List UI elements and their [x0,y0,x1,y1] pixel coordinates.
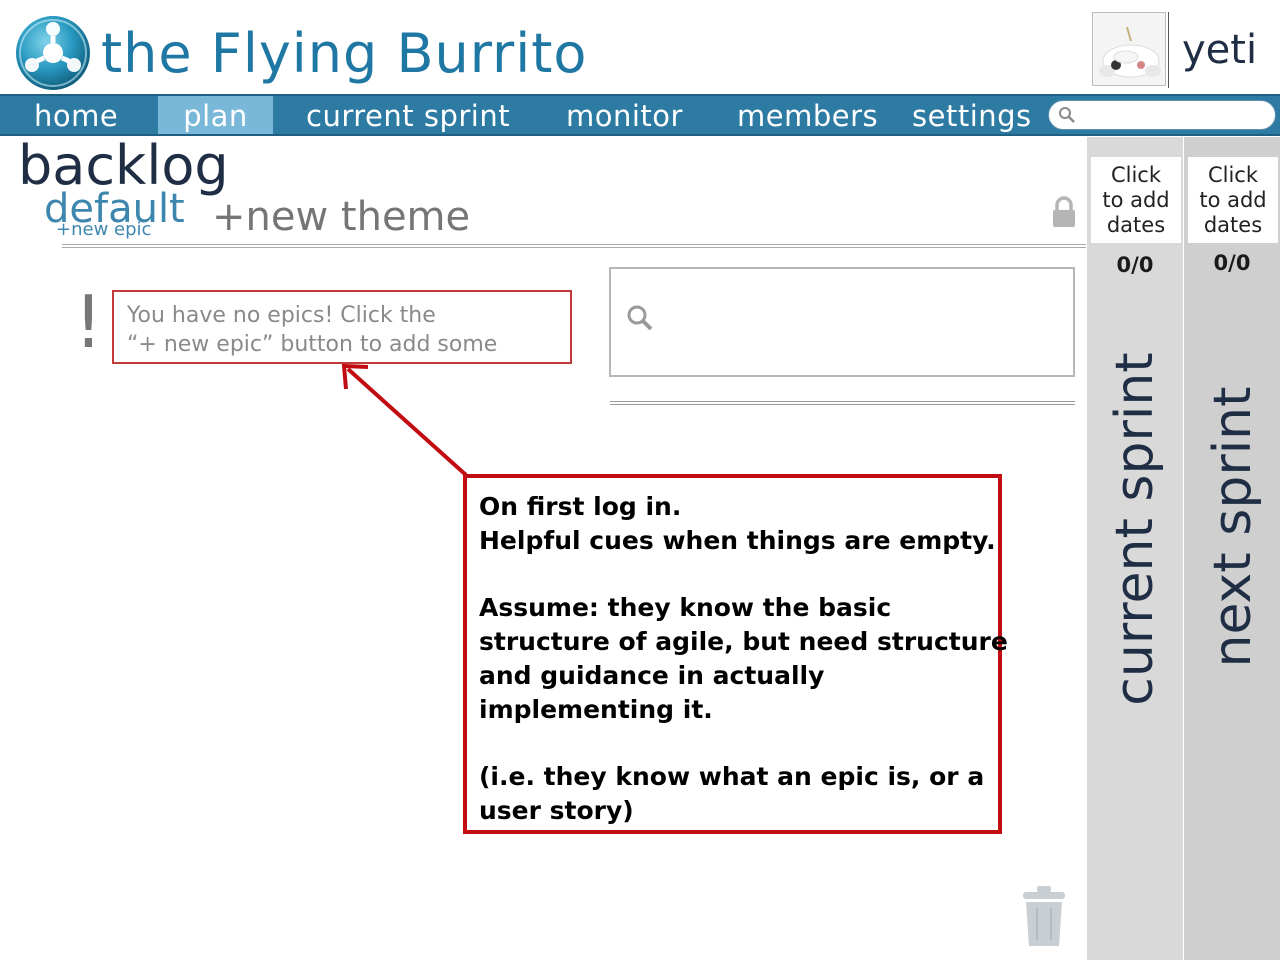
next-sprint-label: next sprint [1203,386,1263,668]
annotation-note: On first log in. Helpful cues when thing… [463,474,1008,834]
annotation-line: Helpful cues when things are empty. [479,526,996,555]
nav-members[interactable]: members [737,96,878,134]
current-sprint-column[interactable]: Click to add dates 0/0 current sprint [1087,137,1183,960]
next-sprint-points: 0/0 [1213,251,1251,275]
search-divider [610,401,1075,405]
backlog-search-input[interactable] [609,267,1075,377]
annotation-line: On first log in. [479,492,682,521]
username[interactable]: yeti [1182,24,1257,76]
search-icon [1059,107,1075,123]
search-icon [627,305,653,331]
annotation-line: structure of agile, but need structure [479,627,1008,656]
app-logo-icon[interactable] [15,15,91,91]
annotation-line: user story) [479,796,634,825]
new-theme-button[interactable]: +new theme [212,193,470,241]
avatar-divider [1168,12,1169,88]
app-title: the Flying Burrito [101,22,588,85]
annotation-spacer [479,558,998,591]
theme-tab-divider [62,244,1086,248]
main-nav: home plan current sprint monitor members… [0,94,1280,136]
avatar[interactable] [1092,12,1166,86]
yeti-avatar-icon [1099,26,1161,78]
annotation-spacer [479,727,998,760]
current-sprint-points: 0/0 [1116,253,1154,277]
nav-plan[interactable]: plan [158,96,273,134]
nav-monitor[interactable]: monitor [566,96,683,134]
current-sprint-label: current sprint [1105,352,1165,706]
trash-icon[interactable] [1021,884,1067,948]
nav-current-sprint[interactable]: current sprint [306,96,510,134]
global-search-input[interactable] [1048,100,1276,130]
nav-home[interactable]: home [34,96,118,134]
lock-icon[interactable] [1051,196,1077,228]
nav-settings[interactable]: settings [912,96,1032,134]
next-sprint-dates-button[interactable]: Click to add dates [1188,157,1278,243]
empty-epics-notice: You have no epics! Click the “+ new epic… [112,290,572,364]
annotation-line: implementing it. [479,695,713,724]
annotation-line: Assume: they know the basic [479,593,892,622]
current-sprint-dates-button[interactable]: Click to add dates [1091,157,1181,243]
next-sprint-column[interactable]: Click to add dates 0/0 next sprint [1184,137,1280,960]
empty-warning-mark: ! [74,280,103,364]
annotation-line: (i.e. they know what an epic is, or a [479,762,985,791]
new-epic-button[interactable]: +new epic [56,219,151,241]
annotation-line: and guidance in actually [479,661,825,690]
